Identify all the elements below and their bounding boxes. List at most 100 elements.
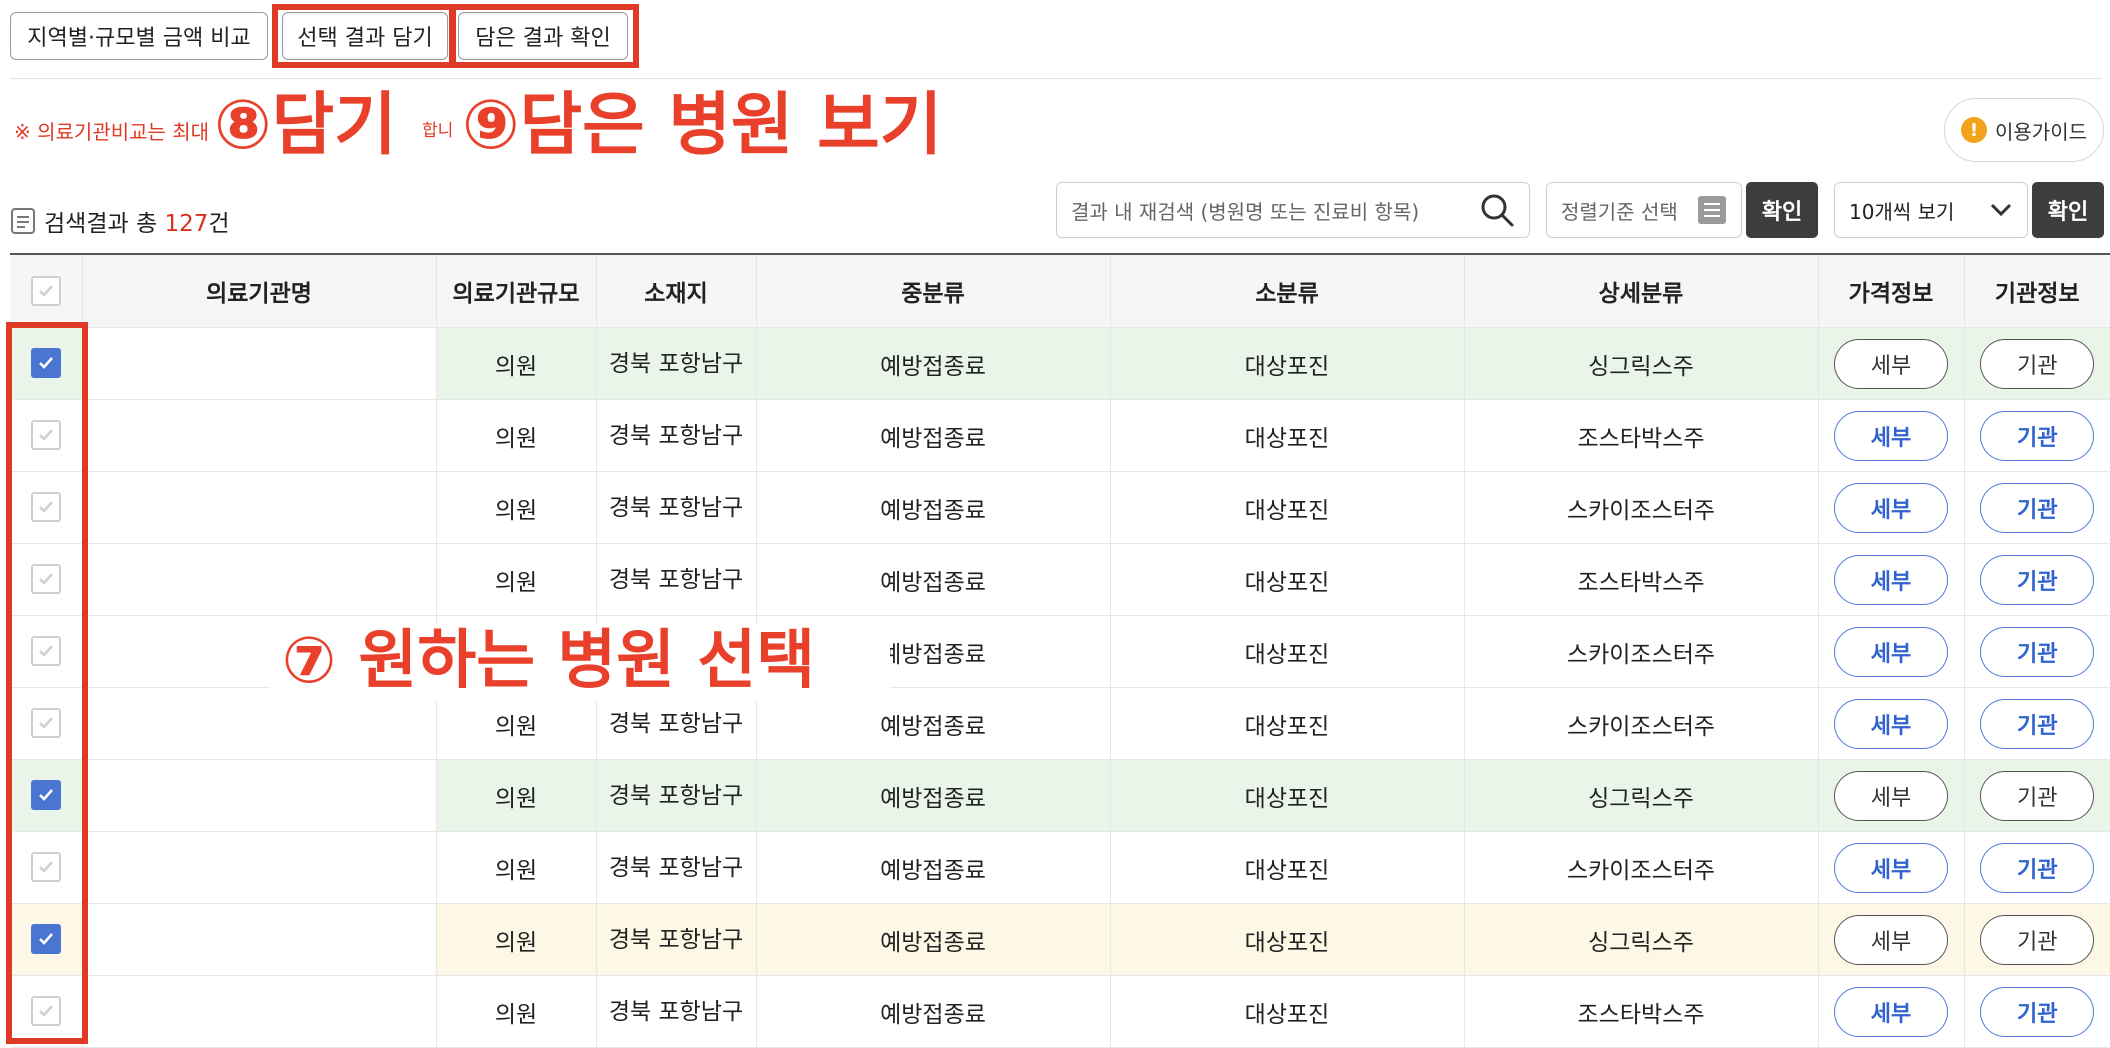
mid-category-cell: 예방접종료 (755, 759, 1110, 832)
institution-info-cell: 기관 (1963, 471, 2110, 544)
highlight-checkbox-column (6, 322, 88, 1044)
institution-info-button[interactable]: 기관 (1980, 410, 2095, 461)
page-size-confirm-button[interactable]: 확인 (2032, 182, 2104, 238)
price-detail-button[interactable]: 세부 (1834, 626, 1948, 677)
institution-size-cell: 의원 (435, 831, 596, 904)
institution-name-cell (81, 975, 436, 1048)
price-detail-button[interactable]: 세부 (1834, 770, 1948, 821)
toolbar-divider (10, 78, 2102, 79)
mid-category-cell: 예방접종료 (755, 327, 1110, 400)
small-category-cell: 대상포진 (1109, 543, 1464, 616)
location-cell: 경북 포항남구 (595, 399, 756, 472)
table-row: 의원 경북 포항남구 예방접종료 대상포진 싱그릭스주 세부 기관 (10, 759, 2110, 832)
institution-size-cell: 의원 (435, 471, 596, 544)
institution-size-cell: 의원 (435, 399, 596, 472)
price-detail-button[interactable]: 세부 (1834, 410, 1948, 461)
header-price-info: 가격정보 (1817, 253, 1964, 328)
institution-name-cell (81, 903, 436, 976)
small-category-cell: 대상포진 (1109, 975, 1464, 1048)
institution-info-button[interactable]: 기관 (1980, 986, 2095, 1037)
small-category-cell: 대상포진 (1109, 615, 1464, 688)
notice-text-start: ※ 의료기관비교는 최대 (14, 120, 210, 144)
detail-category-cell: 조스타박스주 (1463, 399, 1818, 472)
detail-category-cell: 싱그릭스주 (1463, 759, 1818, 832)
list-icon (11, 208, 35, 234)
mid-category-cell: 예방접종료 (755, 831, 1110, 904)
institution-name-cell (81, 327, 436, 400)
table-row: 의원 경북 포항남구 예방접종료 대상포진 조스타박스주 세부 기관 (10, 399, 2110, 472)
highlight-add-box (272, 4, 456, 68)
price-info-cell: 세부 (1817, 399, 1964, 472)
results-number: 127 (164, 211, 209, 237)
detail-category-cell: 스카이조스터주 (1463, 687, 1818, 760)
location-cell: 경북 포항남구 (595, 471, 756, 544)
institution-info-button[interactable]: 기관 (1980, 554, 2095, 605)
annotation-step9: ⑨담은 병원 보기 (462, 86, 943, 165)
price-info-cell: 세부 (1817, 903, 1964, 976)
institution-info-cell: 기관 (1963, 759, 2110, 832)
institution-info-cell: 기관 (1963, 615, 2110, 688)
small-category-cell: 대상포진 (1109, 471, 1464, 544)
table-header-row: 의료기관명 의료기관규모 소재지 중분류 소분류 상세분류 가격정보 기관정보 (10, 253, 2110, 328)
price-detail-button[interactable]: 세부 (1834, 554, 1948, 605)
table-row: 의원 경북 포항남구 예방접종료 대상포진 조스타박스주 세부 기관 (10, 543, 2110, 616)
location-cell: 경북 포항남구 (595, 543, 756, 616)
user-guide-button[interactable]: ! 이용가이드 (1944, 98, 2104, 162)
info-icon: ! (1961, 117, 1987, 143)
sort-select[interactable]: 정렬기준 선택 (1546, 182, 1742, 238)
region-size-compare-button[interactable]: 지역별·규모별 금액 비교 (10, 12, 268, 60)
institution-info-button[interactable]: 기관 (1980, 914, 2095, 965)
search-input[interactable]: 결과 내 재검색 (병원명 또는 진료비 항목) (1056, 182, 1530, 238)
institution-size-cell: 의원 (435, 975, 596, 1048)
page-size-select[interactable]: 10개씩 보기 (1834, 182, 2028, 238)
page-size-value: 10개씩 보기 (1849, 199, 1955, 224)
price-detail-button[interactable]: 세부 (1834, 986, 1948, 1037)
results-suffix: 건 (208, 211, 230, 237)
detail-category-cell: 싱그릭스주 (1463, 327, 1818, 400)
price-detail-button[interactable]: 세부 (1834, 698, 1948, 749)
institution-info-button[interactable]: 기관 (1980, 842, 2095, 893)
institution-info-cell: 기관 (1963, 975, 2110, 1048)
table-row: 의원경북 포항남구예방접종료대상포진스카이조스터주 세부 기관 (10, 471, 2110, 544)
price-detail-button[interactable]: 세부 (1834, 338, 1948, 389)
price-detail-button[interactable]: 세부 (1834, 842, 1948, 893)
chevron-down-icon (1990, 203, 2012, 217)
detail-category-cell: 싱그릭스주 (1463, 903, 1818, 976)
header-size: 의료기관규모 (435, 253, 596, 328)
highlight-view-box (449, 4, 639, 68)
institution-name-cell (81, 471, 436, 544)
institution-info-button[interactable]: 기관 (1980, 698, 2095, 749)
small-category-cell: 대상포진 (1109, 687, 1464, 760)
price-info-cell: 세부 (1817, 615, 1964, 688)
institution-info-button[interactable]: 기관 (1980, 770, 2095, 821)
institution-size-cell: 의원 (435, 543, 596, 616)
search-icon[interactable] (1479, 192, 1515, 228)
mid-category-cell: 예방접종료 (755, 975, 1110, 1048)
institution-info-button[interactable]: 기관 (1980, 482, 2095, 533)
table-row: 의원 경북 포항남구 예방접종료 대상포진 조스타박스주 세부 기관 (10, 975, 2110, 1048)
price-info-cell: 세부 (1817, 471, 1964, 544)
table-row: 의원 경북 포항남구 예방접종료 대상포진 싱그릭스주 세부 기관 (10, 903, 2110, 976)
header-select-all[interactable] (10, 253, 82, 328)
price-detail-button[interactable]: 세부 (1834, 914, 1948, 965)
institution-name-cell (81, 399, 436, 472)
price-info-cell: 세부 (1817, 327, 1964, 400)
price-info-cell: 세부 (1817, 759, 1964, 832)
search-placeholder: 결과 내 재검색 (병원명 또는 진료비 항목) (1071, 199, 1420, 224)
sort-confirm-button[interactable]: 확인 (1746, 182, 1818, 238)
price-detail-button[interactable]: 세부 (1834, 482, 1948, 533)
institution-info-button[interactable]: 기관 (1980, 626, 2095, 677)
institution-info-cell: 기관 (1963, 903, 2110, 976)
sort-placeholder: 정렬기준 선택 (1561, 199, 1678, 224)
location-cell: 경북 포항남구 (595, 759, 756, 832)
sort-list-icon (1698, 196, 1726, 224)
institution-size-cell: 의원 (435, 327, 596, 400)
table-row: 의원 경북 포항남구 예방접종료 대상포진 싱그릭스주 세부 기관 (10, 327, 2110, 400)
notice-text-end: 합니 (422, 121, 454, 141)
small-category-cell: 대상포진 (1109, 759, 1464, 832)
select-all-checkbox[interactable] (30, 275, 61, 306)
institution-size-cell: 의원 (435, 759, 596, 832)
table-row: 의원경북 포항남구예방접종료대상포진스카이조스터주 세부 기관 (10, 831, 2110, 904)
institution-info-button[interactable]: 기관 (1980, 338, 2095, 389)
header-institution-info: 기관정보 (1963, 253, 2110, 328)
